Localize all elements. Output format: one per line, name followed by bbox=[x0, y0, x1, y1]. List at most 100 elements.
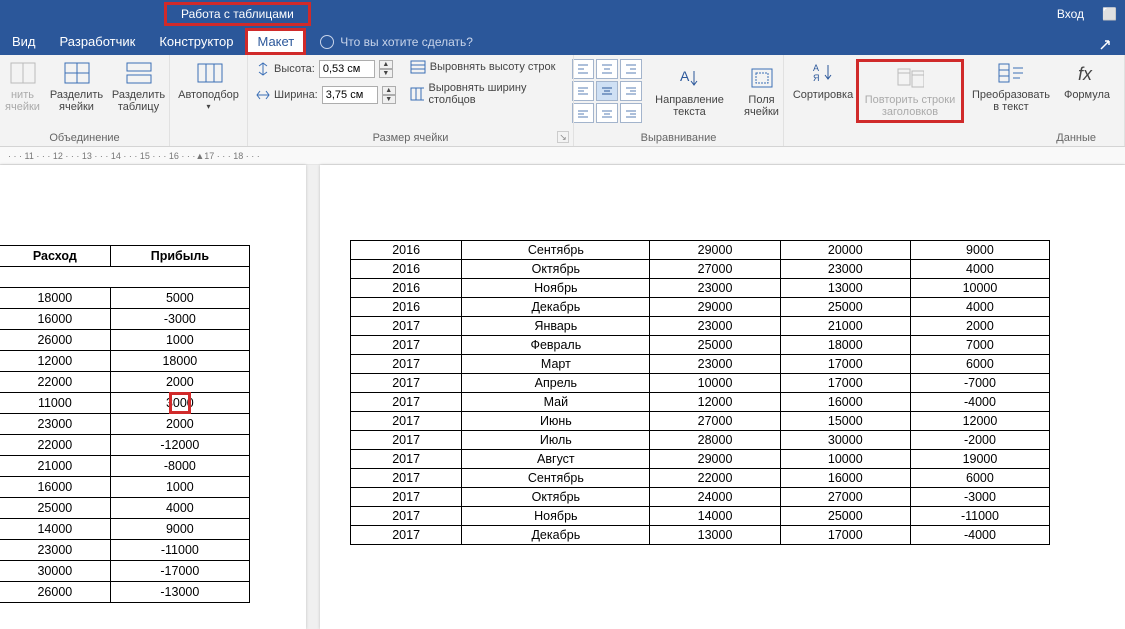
cell-margins-button[interactable]: Поля ячейки bbox=[738, 64, 786, 118]
table-cell[interactable]: Декабрь bbox=[462, 298, 650, 317]
table-cell[interactable]: Сентябрь bbox=[462, 241, 650, 260]
table-cell[interactable]: Октябрь bbox=[462, 488, 650, 507]
table-cell[interactable]: 19000 bbox=[910, 450, 1049, 469]
table-cell[interactable]: 17000 bbox=[780, 526, 910, 545]
table-cell[interactable]: Октябрь bbox=[462, 260, 650, 279]
table-cell[interactable]: 16000 bbox=[0, 309, 110, 330]
table-row[interactable]: 2016Декабрь29000250004000 bbox=[351, 298, 1050, 317]
table-cell[interactable]: 25000 bbox=[780, 298, 910, 317]
table-cell[interactable]: Ноябрь bbox=[462, 507, 650, 526]
table-right[interactable]: 2016Сентябрь290002000090002016Октябрь270… bbox=[350, 240, 1050, 545]
table-cell[interactable]: 16000 bbox=[780, 393, 910, 412]
table-cell[interactable]: 2017 bbox=[351, 336, 462, 355]
table-row[interactable]: 2016Ноябрь230001300010000 bbox=[351, 279, 1050, 298]
tab-developer[interactable]: Разработчик bbox=[48, 28, 148, 55]
table-row[interactable]: 230002000 bbox=[0, 414, 250, 435]
table-left[interactable]: РасходПрибыль18000500016000-300026000100… bbox=[0, 245, 250, 603]
tab-design[interactable]: Конструктор bbox=[147, 28, 245, 55]
table-cell[interactable]: 2000 bbox=[910, 317, 1049, 336]
repeat-header-rows-button[interactable]: Повторить строки заголовков bbox=[856, 59, 964, 123]
table-cell[interactable]: 2017 bbox=[351, 412, 462, 431]
table-row[interactable]: 180005000 bbox=[0, 288, 250, 309]
col-width[interactable]: Ширина: ▲▼ bbox=[256, 85, 396, 105]
table-row[interactable]: 2017Июль2800030000-2000 bbox=[351, 431, 1050, 450]
table-cell[interactable]: 10000 bbox=[650, 374, 780, 393]
table-row[interactable]: 160001000 bbox=[0, 477, 250, 498]
table-row[interactable]: 30000-17000 bbox=[0, 561, 250, 582]
table-cell[interactable]: 30000 bbox=[0, 561, 110, 582]
table-row[interactable]: 2017Декабрь1300017000-4000 bbox=[351, 526, 1050, 545]
convert-to-text-button[interactable]: Преобразовать в текст bbox=[966, 59, 1056, 113]
table-cell[interactable]: 3000 bbox=[110, 393, 249, 414]
table-row[interactable]: 2017Февраль25000180007000 bbox=[351, 336, 1050, 355]
table-cell[interactable]: 2016 bbox=[351, 279, 462, 298]
table-cell[interactable]: 1000 bbox=[110, 330, 249, 351]
table-cell[interactable]: 23000 bbox=[0, 540, 110, 561]
formula-button[interactable]: fx Формула bbox=[1058, 59, 1116, 101]
table-cell[interactable]: 2000 bbox=[110, 414, 249, 435]
table-row[interactable]: 2017Август290001000019000 bbox=[351, 450, 1050, 469]
table-row[interactable]: 23000-11000 bbox=[0, 540, 250, 561]
table-cell[interactable]: 21000 bbox=[0, 456, 110, 477]
table-cell[interactable]: 9000 bbox=[910, 241, 1049, 260]
table-cell[interactable]: 30000 bbox=[780, 431, 910, 450]
table-cell[interactable]: Сентябрь bbox=[462, 469, 650, 488]
table-cell[interactable]: 10000 bbox=[910, 279, 1049, 298]
table-cell[interactable]: 18000 bbox=[0, 288, 110, 309]
table-cell[interactable]: 22000 bbox=[0, 372, 110, 393]
table-cell[interactable]: 23000 bbox=[650, 355, 780, 374]
table-cell[interactable]: 4000 bbox=[910, 260, 1049, 279]
share-icon[interactable] bbox=[1099, 37, 1115, 51]
table-cell[interactable]: 27000 bbox=[650, 260, 780, 279]
distribute-cols-button[interactable]: Выровнять ширину столбцов bbox=[410, 81, 565, 107]
alignment-grid[interactable] bbox=[572, 59, 642, 123]
table-cell[interactable]: Ноябрь bbox=[462, 279, 650, 298]
table-cell[interactable]: 2017 bbox=[351, 355, 462, 374]
table-cell[interactable]: 25000 bbox=[780, 507, 910, 526]
table-cell[interactable]: 2016 bbox=[351, 260, 462, 279]
table-cell[interactable]: 16000 bbox=[0, 477, 110, 498]
table-cell[interactable]: 10000 bbox=[780, 450, 910, 469]
table-cell[interactable]: 22000 bbox=[0, 435, 110, 456]
table-cell[interactable]: 23000 bbox=[0, 414, 110, 435]
table-row[interactable]: 2017Октябрь2400027000-3000 bbox=[351, 488, 1050, 507]
table-cell[interactable]: -8000 bbox=[110, 456, 249, 477]
table-cell[interactable]: 24000 bbox=[650, 488, 780, 507]
table-row[interactable]: 2017Май1200016000-4000 bbox=[351, 393, 1050, 412]
tab-layout[interactable]: Макет bbox=[245, 28, 306, 55]
table-cell[interactable]: 27000 bbox=[650, 412, 780, 431]
table-cell[interactable]: 6000 bbox=[910, 469, 1049, 488]
text-direction-button[interactable]: A Направление текста bbox=[652, 64, 728, 118]
table-cell[interactable]: -7000 bbox=[910, 374, 1049, 393]
table-cell[interactable]: -4000 bbox=[910, 526, 1049, 545]
table-cell[interactable]: Апрель bbox=[462, 374, 650, 393]
merge-cells-button[interactable]: нить ячейки bbox=[3, 59, 43, 113]
sort-button[interactable]: АЯ Сортировка bbox=[792, 59, 854, 101]
split-cells-button[interactable]: Разделить ячейки bbox=[49, 59, 105, 113]
table-row[interactable]: 2017Январь23000210002000 bbox=[351, 317, 1050, 336]
table-row[interactable]: 2016Октябрь27000230004000 bbox=[351, 260, 1050, 279]
table-cell[interactable]: Май bbox=[462, 393, 650, 412]
table-row[interactable]: 2017Июнь270001500012000 bbox=[351, 412, 1050, 431]
table-cell[interactable]: 2017 bbox=[351, 488, 462, 507]
table-row[interactable]: 2017Апрель1000017000-7000 bbox=[351, 374, 1050, 393]
table-cell[interactable]: 1000 bbox=[110, 477, 249, 498]
table-cell[interactable]: Март bbox=[462, 355, 650, 374]
table-cell[interactable]: -11000 bbox=[910, 507, 1049, 526]
distribute-rows-button[interactable]: Выровнять высоту строк bbox=[410, 59, 565, 75]
table-cell[interactable]: 6000 bbox=[910, 355, 1049, 374]
split-table-button[interactable]: Разделить таблицу bbox=[111, 59, 167, 113]
table-cell[interactable]: 16000 bbox=[780, 469, 910, 488]
table-cell[interactable]: 2016 bbox=[351, 298, 462, 317]
table-cell[interactable]: 2017 bbox=[351, 507, 462, 526]
table-cell[interactable]: 17000 bbox=[780, 355, 910, 374]
table-cell[interactable]: -4000 bbox=[910, 393, 1049, 412]
autofit-button[interactable]: Автоподбор ▾ bbox=[171, 59, 247, 112]
table-row[interactable]: 110003000 bbox=[0, 393, 250, 414]
table-cell[interactable]: 23000 bbox=[650, 317, 780, 336]
table-cell[interactable]: 13000 bbox=[650, 526, 780, 545]
table-cell[interactable]: 29000 bbox=[650, 450, 780, 469]
table-cell[interactable]: Январь bbox=[462, 317, 650, 336]
table-cell[interactable]: 21000 bbox=[780, 317, 910, 336]
table-row[interactable]: 21000-8000 bbox=[0, 456, 250, 477]
